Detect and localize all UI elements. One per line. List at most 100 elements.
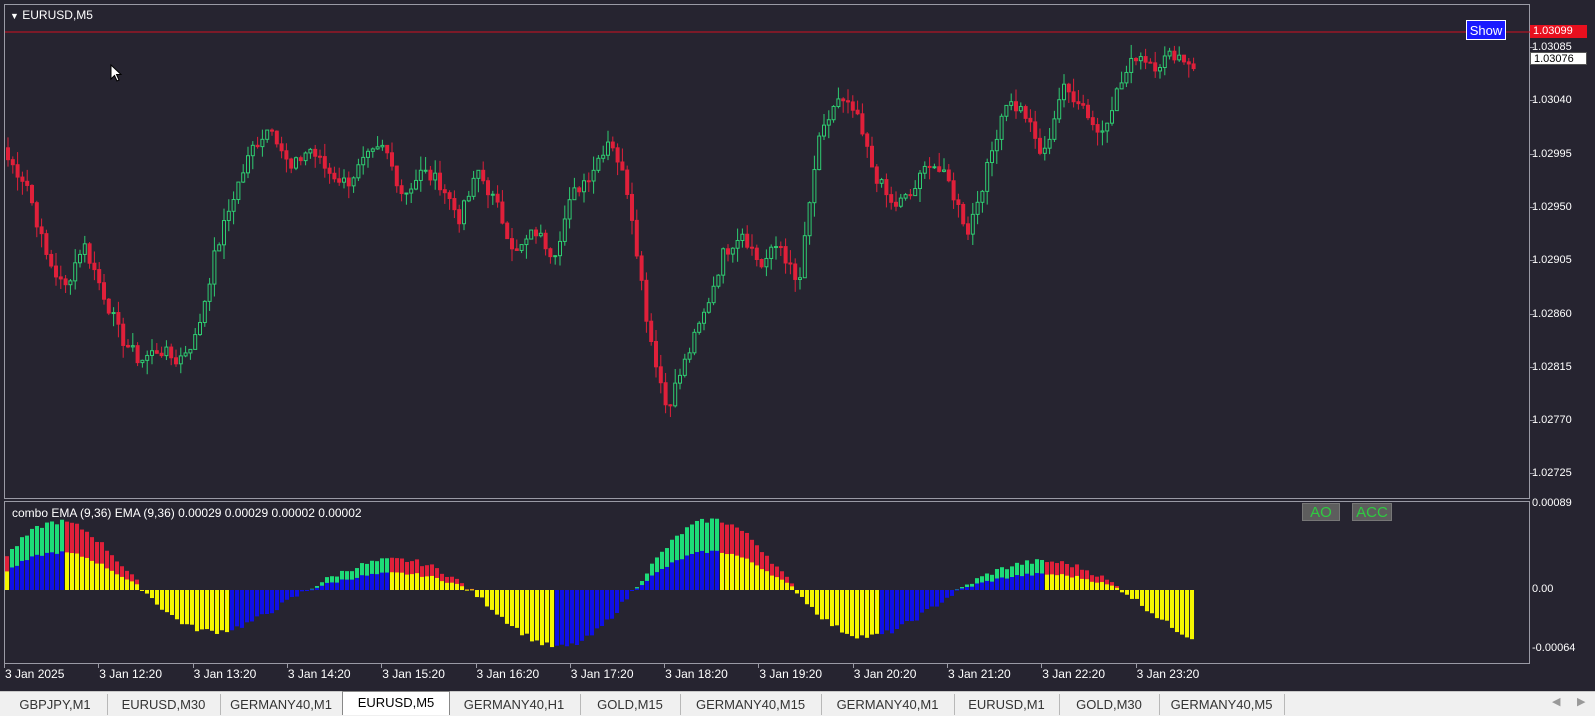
candle-body <box>1081 103 1086 106</box>
indicator-signal-bar <box>1010 577 1014 590</box>
indicator-signal-bar <box>300 590 304 591</box>
time-tick <box>1041 664 1043 668</box>
tab-eurusd-m30[interactable]: EURUSD,M30 <box>107 694 221 715</box>
indicator-signal-bar <box>90 560 94 590</box>
candle-body <box>1167 50 1172 57</box>
chart-tab-bar: ◀ ▶ GBPJPY,M1 EURUSD,M30 GERMANY40,M1 EURUS… <box>0 691 1595 716</box>
candle-body <box>1042 147 1047 154</box>
indicator-signal-bar <box>145 590 149 592</box>
candle-body <box>385 144 390 154</box>
candle-body <box>150 350 154 356</box>
acc-button[interactable]: ACC <box>1352 503 1392 521</box>
indicator-signal-bar <box>385 572 389 590</box>
candle-body <box>1090 117 1095 126</box>
tab-germany40-m15[interactable]: GERMANY40,M15 <box>680 694 822 715</box>
indicator-signal-bar <box>1065 575 1069 590</box>
indicator-signal-bar <box>380 572 384 590</box>
indicator-signal-bar <box>915 590 919 607</box>
tab-germany40-m1[interactable]: GERMANY40,M1 <box>821 694 955 715</box>
candle-body <box>351 177 356 187</box>
indicator-signal-bar <box>360 575 364 590</box>
candle-body <box>740 233 745 242</box>
indicator-signal-bar <box>560 590 564 621</box>
indicator-signal-bar <box>1040 573 1044 590</box>
tab-gold-m15[interactable]: GOLD,M15 <box>580 694 681 715</box>
indicator-signal-bar <box>855 590 859 617</box>
time-tick <box>475 664 477 668</box>
chart-canvas[interactable] <box>0 0 1595 690</box>
tab-eurusd-m5[interactable]: EURUSD,M5 <box>342 691 450 715</box>
tab-scroll-left-icon[interactable]: ◀ <box>1552 695 1560 708</box>
candle-body <box>87 243 92 264</box>
candle-body <box>841 98 846 102</box>
candle-body <box>145 354 150 361</box>
candle-body <box>97 269 102 284</box>
indicator-signal-bar <box>190 590 194 610</box>
indicator-signal-bar <box>450 582 454 590</box>
time-label: 3 Jan 17:20 <box>570 667 634 681</box>
indicator-signal-bar <box>170 590 174 604</box>
candle-body <box>860 113 865 135</box>
indicator-signal-bar <box>780 579 784 590</box>
candle-body <box>908 194 913 197</box>
candle-body <box>505 222 510 240</box>
show-button[interactable]: Show <box>1466 20 1506 40</box>
candle-body <box>462 200 466 225</box>
candle-body <box>1162 55 1167 69</box>
indicator-signal-bar <box>1135 590 1139 595</box>
indicator-signal-bar <box>330 582 334 590</box>
candle-body <box>265 129 270 140</box>
indicator-signal-bar <box>70 553 74 590</box>
indicator-signal-bar <box>1150 590 1154 603</box>
indicator-signal-bar <box>290 590 294 594</box>
time-tick <box>98 664 100 668</box>
tab-germany40-m1[interactable]: GERMANY40,M1 <box>220 694 343 715</box>
candle-body <box>236 181 241 201</box>
tab-germany40-h1[interactable]: GERMANY40,H1 <box>448 694 581 715</box>
indicator-signal-bar <box>1070 577 1074 590</box>
indicator-signal-bar <box>635 588 639 590</box>
price-tick <box>1530 473 1534 475</box>
candle-body <box>591 169 596 182</box>
indicator-level-label: 0.00089 <box>1532 497 1572 509</box>
candle-body <box>1182 54 1186 63</box>
candle-body <box>879 179 884 184</box>
candle-body <box>250 144 255 157</box>
indicator-signal-bar <box>1115 587 1119 590</box>
indicator-signal-bar <box>75 553 79 590</box>
candle-body <box>102 282 106 300</box>
candle-body <box>452 198 457 211</box>
candle-body <box>697 322 702 333</box>
candle-body <box>423 169 428 172</box>
indicator-signal-bar <box>925 590 929 601</box>
candle-body <box>874 166 879 184</box>
candle-body <box>274 130 279 145</box>
tab-gold-m30[interactable]: GOLD,M30 <box>1059 694 1160 715</box>
indicator-signal-bar <box>255 590 259 605</box>
indicator-signal-bar <box>10 567 14 590</box>
tab-gbpjpy-m1[interactable]: GBPJPY,M1 <box>3 694 108 715</box>
indicator-signal-bar <box>750 562 754 590</box>
collapse-triangle-icon[interactable]: ▼ <box>10 11 19 21</box>
tab-eurusd-m1[interactable]: EURUSD,M1 <box>954 694 1060 715</box>
time-tick <box>947 664 948 668</box>
tab-germany40-m5[interactable]: GERMANY40,M5 <box>1159 694 1285 715</box>
time-label: 3 Jan 14:20 <box>287 667 351 681</box>
indicator-signal-bar <box>305 590 309 591</box>
ao-button[interactable]: AO <box>1302 503 1340 521</box>
tab-scroll-right-icon[interactable]: ▶ <box>1577 695 1585 708</box>
candle-body <box>1023 106 1028 119</box>
indicator-signal-bar <box>370 573 374 590</box>
indicator-signal-bar <box>700 550 704 590</box>
candle-body <box>337 178 342 183</box>
candle-body <box>361 156 366 166</box>
indicator-signal-bar <box>1170 590 1174 611</box>
indicator-signal-bar <box>540 590 544 621</box>
candle-body <box>1153 62 1158 72</box>
candle-body <box>1138 56 1143 62</box>
indicator-signal-bar <box>795 590 799 592</box>
candle-body <box>308 148 313 154</box>
candle-body <box>313 148 318 157</box>
candle-body <box>366 150 370 158</box>
indicator-signal-bar <box>695 552 699 590</box>
